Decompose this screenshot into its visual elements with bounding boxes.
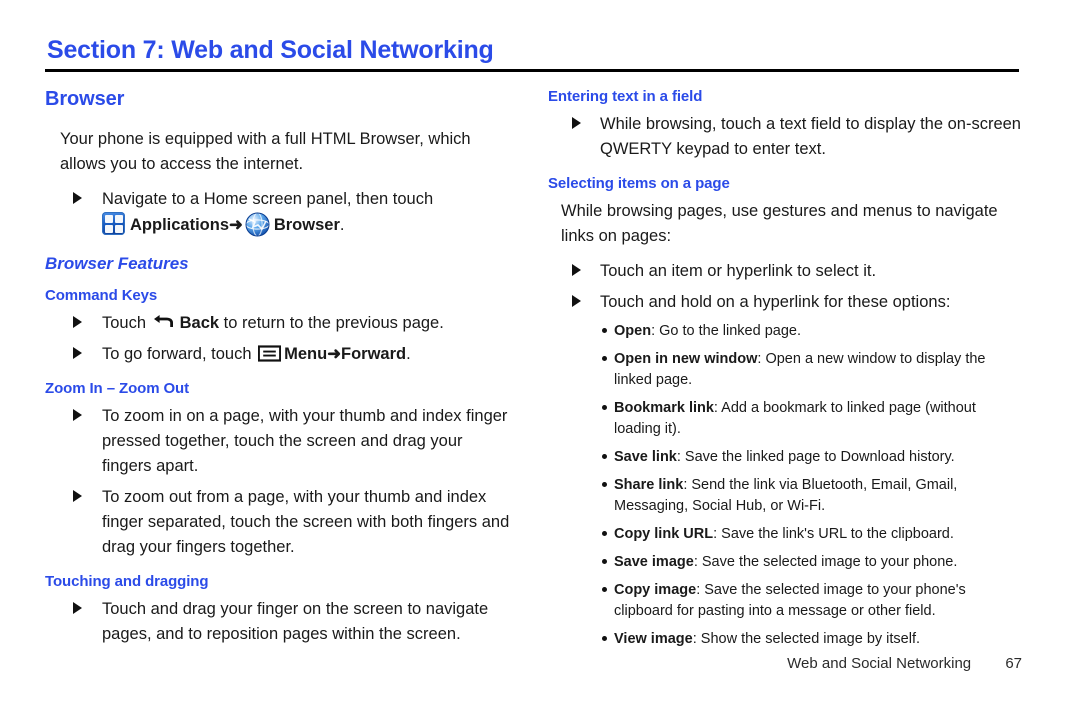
list-item: View image: Show the selected image by i…	[548, 629, 1022, 650]
option-term: Open in new window	[614, 351, 758, 367]
triangle-bullet-icon	[73, 347, 82, 359]
menu-label: Menu	[284, 345, 328, 363]
list-item: Open in new window: Open a new window to…	[548, 349, 1022, 391]
arrow-glyph-2: ➜	[327, 345, 342, 363]
applications-label: Applications	[130, 216, 230, 234]
browser-globe-icon	[245, 212, 270, 237]
period-1: .	[339, 216, 345, 234]
menu-icon	[257, 345, 282, 362]
heading-zoom-in-zoom-out: Zoom In – Zoom Out	[45, 380, 190, 397]
triangle-bullet-icon	[572, 295, 581, 307]
round-bullet-icon	[602, 482, 607, 487]
list-item: Save link: Save the linked page to Downl…	[548, 447, 1022, 468]
forward-instruction-prefix: To go forward, touch	[102, 345, 252, 363]
hold-hyperlink-instruction: Touch and hold on a hyperlink for these …	[600, 293, 951, 311]
back-arrow-icon	[153, 314, 177, 331]
option-term: Save link	[614, 449, 677, 465]
forward-label: Forward	[341, 345, 407, 363]
list-item: To go forward, touch Menu➜Forward.	[45, 342, 515, 367]
option-description: : Save the selected image to your phone.	[693, 554, 958, 570]
round-bullet-icon	[602, 559, 607, 564]
selecting-intro-paragraph: While browsing pages, use gestures and m…	[561, 202, 998, 245]
option-term: Bookmark link	[614, 400, 714, 416]
navigate-instruction-text: Navigate to a Home screen panel, then to…	[102, 190, 434, 208]
option-term: View image	[614, 631, 693, 647]
list-item: While browsing, touch a text field to di…	[548, 112, 1022, 162]
list-item: To zoom out from a page, with your thumb…	[45, 485, 515, 560]
zoom-out-text: To zoom out from a page, with your thumb…	[102, 488, 510, 556]
heading-entering-text-in-a-field: Entering text in a field	[548, 88, 703, 105]
option-term: Copy image	[614, 582, 697, 598]
back-instruction-suffix: to return to the previous page.	[223, 314, 444, 332]
round-bullet-icon	[602, 636, 607, 641]
list-item: Touch Back to return to the previous pag…	[45, 311, 515, 336]
list-item: Save image: Save the selected image to y…	[548, 552, 1022, 573]
round-bullet-icon	[602, 531, 607, 536]
list-item: Copy link URL: Save the link's URL to th…	[548, 524, 1022, 545]
page-title: Section 7: Web and Social Networking	[47, 36, 494, 64]
list-item: Touch and hold on a hyperlink for these …	[548, 290, 1022, 315]
option-description: : Save the link's URL to the clipboard.	[713, 526, 954, 542]
list-item: Bookmark link: Add a bookmark to linked …	[548, 398, 1022, 440]
list-item: Navigate to a Home screen panel, then to…	[45, 187, 515, 238]
right-column: Entering text in a field While browsing,…	[548, 88, 1022, 657]
arrow-glyph-1: ➜	[229, 216, 243, 234]
triangle-bullet-icon	[73, 192, 82, 204]
left-column: Browser Your phone is equipped with a fu…	[45, 88, 515, 653]
option-description: : Go to the linked page.	[651, 323, 801, 339]
triangle-bullet-icon	[73, 490, 82, 502]
list-item: Touch an item or hyperlink to select it.	[548, 259, 1022, 284]
option-description: : Show the selected image by itself.	[692, 631, 921, 647]
list-item: Touch and drag your finger on the screen…	[45, 597, 515, 647]
back-instruction-prefix: Touch	[102, 314, 147, 332]
browser-intro-paragraph: Your phone is equipped with a full HTML …	[60, 130, 471, 173]
option-term: Save image	[614, 554, 694, 570]
round-bullet-icon	[602, 356, 607, 361]
browser-label: Browser	[273, 216, 340, 234]
triangle-bullet-icon	[572, 264, 581, 276]
footer-chapter-name: Web and Social Networking	[787, 655, 972, 672]
hyperlink-options-list: Open: Go to the linked page. Open in new …	[548, 321, 1022, 650]
touching-dragging-text: Touch and drag your finger on the screen…	[102, 600, 489, 643]
footer-page-number: 67	[1005, 655, 1022, 672]
list-item: Share link: Send the link via Bluetooth,…	[548, 475, 1022, 517]
list-item: To zoom in on a page, with your thumb an…	[45, 404, 515, 479]
heading-selecting-items-on-a-page: Selecting items on a page	[548, 175, 730, 192]
page-footer: Web and Social Networking 67	[0, 655, 1022, 672]
option-term: Open	[614, 323, 652, 339]
triangle-bullet-icon	[73, 409, 82, 421]
round-bullet-icon	[602, 587, 607, 592]
heading-command-keys: Command Keys	[45, 287, 158, 304]
triangle-bullet-icon	[572, 117, 581, 129]
manual-page: Section 7: Web and Social Networking Bro…	[0, 0, 1080, 720]
back-label: Back	[179, 314, 220, 332]
option-term: Copy link URL	[614, 526, 714, 542]
option-term: Share link	[614, 477, 684, 493]
option-description: : Save the linked page to Download histo…	[676, 449, 955, 465]
header-divider	[45, 69, 1019, 72]
list-item: Copy image: Save the selected image to y…	[548, 580, 1022, 622]
heading-touching-and-dragging: Touching and dragging	[45, 573, 209, 590]
round-bullet-icon	[602, 454, 607, 459]
heading-browser-features: Browser Features	[45, 254, 189, 273]
heading-browser: Browser	[45, 88, 125, 110]
applications-grid-icon	[102, 212, 125, 235]
round-bullet-icon	[602, 405, 607, 410]
round-bullet-icon	[602, 328, 607, 333]
triangle-bullet-icon	[73, 602, 82, 614]
select-item-instruction: Touch an item or hyperlink to select it.	[600, 262, 877, 280]
entering-text-instruction: While browsing, touch a text field to di…	[600, 115, 1021, 158]
zoom-in-text: To zoom in on a page, with your thumb an…	[102, 407, 508, 475]
list-item: Open: Go to the linked page.	[548, 321, 1022, 342]
period-2: .	[406, 345, 411, 363]
triangle-bullet-icon	[73, 316, 82, 328]
